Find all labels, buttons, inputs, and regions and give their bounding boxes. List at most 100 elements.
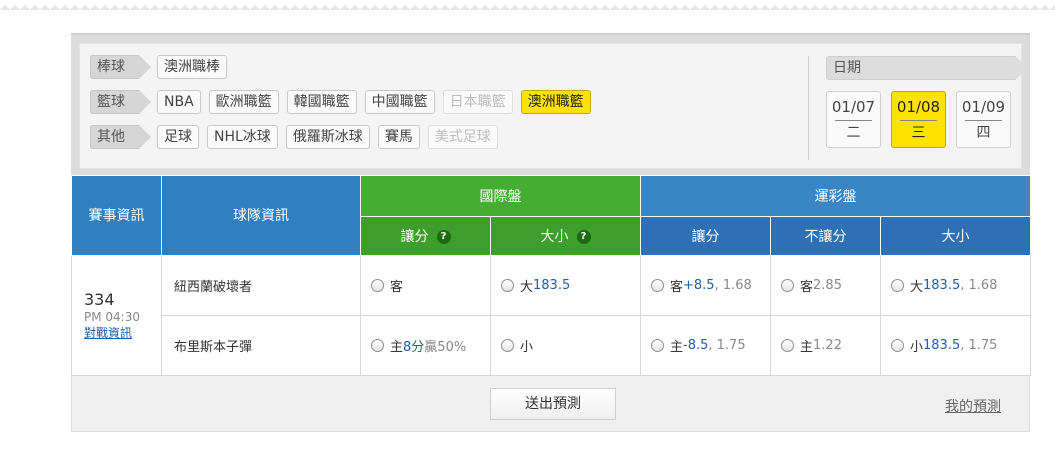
bet-prefix: 大 (520, 279, 534, 295)
bet-odds: 2.85 (813, 277, 842, 293)
filter-panel: 棒球 澳洲職棒 籃球 NBA 歐洲職籃 韓國職籃 中國職籃 日本職籃 澳洲職籃 … (71, 33, 1030, 175)
header-lottery-spread: 讓分 (640, 216, 771, 256)
radio-button[interactable] (371, 278, 384, 292)
lottery-no-spread-cell: 主 1.22 (770, 314, 881, 376)
bet-prefix: 主 (670, 339, 684, 355)
help-icon[interactable]: ? (576, 229, 591, 244)
bet-prefix: 客 (800, 279, 814, 295)
bet-value: -8.5 (683, 337, 709, 353)
bet-prefix: 小 (520, 339, 534, 355)
table-row: 布里斯本子彈 主 8分 贏50% 小 主 -8.5, 1.75 主 1.22 小… (72, 314, 1032, 376)
header-lottery-total: 大小 (879, 216, 1032, 256)
radio-button[interactable] (651, 338, 664, 352)
intl-spread-cell: 主 8分 贏50% (360, 314, 491, 376)
team-name-away[interactable]: 紐西蘭破壞者 (161, 254, 361, 316)
league-chip-nhl[interactable]: NHL冰球 (207, 125, 278, 149)
bet-value: +8.5 (683, 277, 715, 293)
bet-odds: 1.68 (968, 277, 998, 293)
event-number: 334 (84, 289, 115, 309)
radio-button[interactable] (501, 278, 514, 292)
event-time: PM 04:30 (84, 309, 140, 324)
category-label-other: 其他 (90, 125, 151, 149)
submit-prediction-button[interactable]: 送出預測 (490, 388, 616, 420)
league-chip-soccer[interactable]: 足球 (157, 125, 199, 149)
radio-button[interactable] (891, 278, 904, 292)
radio-button[interactable] (651, 278, 664, 292)
lottery-no-spread-cell: 客 2.85 (770, 254, 881, 316)
bet-prefix: 大 (910, 279, 924, 295)
table-row: 334 PM 04:30 對戰資訊 紐西蘭破壞者 客 大 183.5 客 +8.… (71, 254, 1032, 376)
my-predictions-link[interactable]: 我的預測 (945, 396, 1001, 416)
date-text: 01/07 (831, 98, 876, 116)
header-intl-total-label: 大小 (540, 228, 569, 245)
header-intl-spread: 讓分? (360, 216, 491, 256)
filter-inner: 棒球 澳洲職棒 籃球 NBA 歐洲職籃 韓國職籃 中國職籃 日本職籃 澳洲職籃 … (79, 43, 1027, 169)
filter-row-other: 其他 足球 NHL冰球 俄羅斯冰球 賽馬 美式足球 (90, 124, 506, 150)
date-text: 01/08 (896, 98, 941, 116)
weekday-text: 二 (835, 120, 872, 142)
panel-divider (808, 56, 809, 160)
event-info-cell: 334 PM 04:30 對戰資訊 (71, 254, 162, 376)
category-label-baseball: 棒球 (90, 55, 151, 79)
bet-value: 183.5 (923, 337, 961, 353)
help-icon[interactable]: ? (436, 229, 451, 244)
league-chip-china-basketball[interactable]: 中國職籃 (364, 90, 435, 114)
date-label: 日期 (826, 56, 1027, 80)
team-name-home[interactable]: 布里斯本子彈 (161, 314, 361, 376)
league-chip-australia-basketball[interactable]: 澳洲職籃 (520, 90, 591, 114)
header-event-info: 賽事資訊 (71, 176, 162, 256)
date-cell-0108[interactable]: 01/08 三 (891, 91, 946, 148)
header-intl-spread-label: 讓分 (400, 228, 429, 245)
league-chip-american-football: 美式足球 (427, 125, 498, 149)
league-chip-euro-basketball[interactable]: 歐洲職籃 (208, 90, 279, 114)
weekday-text: 三 (900, 120, 937, 142)
header-intl-total: 大小? (490, 216, 641, 256)
matchup-info-link[interactable]: 對戰資訊 (84, 325, 161, 341)
header-sports-lottery-line: 運彩盤 (639, 176, 1032, 217)
lottery-spread-cell: 客 +8.5, 1.68 (640, 254, 771, 316)
league-chip-nba[interactable]: NBA (157, 90, 201, 114)
bet-value: 183.5 (923, 277, 961, 293)
bet-prefix: 主 (390, 339, 404, 355)
lottery-total-cell: 大 183.5, 1.68 (879, 254, 1032, 316)
bet-odds: 1.22 (813, 337, 842, 353)
bet-value: 183.5 (533, 277, 571, 293)
radio-button[interactable] (891, 338, 904, 352)
radio-button[interactable] (781, 278, 794, 292)
category-label-basketball: 籃球 (90, 90, 151, 114)
lottery-total-cell: 小 183.5, 1.75 (879, 314, 1032, 376)
bet-value: 8分 (403, 339, 425, 355)
header-team-info: 球隊資訊 (161, 176, 361, 256)
date-cell-0107[interactable]: 01/07 二 (826, 91, 881, 148)
league-chip-horse-racing[interactable]: 賽馬 (377, 125, 420, 149)
odds-table: 賽事資訊 球隊資訊 國際盤 運彩盤 讓分? 大小? 讓分 不讓分 大小 334 … (71, 176, 1032, 376)
league-chip-russia-hockey[interactable]: 俄羅斯冰球 (285, 125, 370, 149)
intl-spread-cell: 客 (360, 254, 491, 316)
filter-row-baseball: 棒球 澳洲職棒 (90, 54, 235, 80)
header-international-line: 國際盤 (360, 176, 641, 217)
filter-row-basketball: 籃球 NBA 歐洲職籃 韓國職籃 中國職籃 日本職籃 澳洲職籃 (90, 89, 599, 115)
league-chip-australia-baseball[interactable]: 澳洲職棒 (157, 55, 227, 79)
bet-prefix: 主 (800, 339, 814, 355)
radio-button[interactable] (781, 338, 794, 352)
league-chip-japan-basketball: 日本職籃 (442, 90, 513, 114)
league-chip-korea-basketball[interactable]: 韓國職籃 (286, 90, 357, 114)
bet-odds: 1.68 (722, 277, 752, 293)
bet-odds: 1.75 (968, 337, 998, 353)
lottery-spread-cell: 主 -8.5, 1.75 (640, 314, 771, 376)
bet-prefix: 小 (910, 339, 924, 355)
footer-bar: 送出預測 我的預測 (71, 376, 1030, 432)
intl-total-cell: 大 183.5 (490, 254, 641, 316)
radio-button[interactable] (371, 338, 384, 352)
bet-prefix: 客 (670, 279, 684, 295)
bet-odds: 贏50% (424, 339, 467, 355)
bet-prefix: 客 (390, 279, 404, 295)
bet-odds: 1.75 (716, 337, 746, 353)
date-cell-0109[interactable]: 01/09 四 (956, 91, 1011, 148)
weekday-text: 四 (965, 120, 1002, 142)
date-text: 01/09 (961, 98, 1006, 116)
header-lottery-no-spread: 不讓分 (770, 216, 881, 256)
radio-button[interactable] (501, 338, 514, 352)
intl-total-cell: 小 (490, 314, 641, 376)
top-decorative-border (0, 0, 1055, 14)
